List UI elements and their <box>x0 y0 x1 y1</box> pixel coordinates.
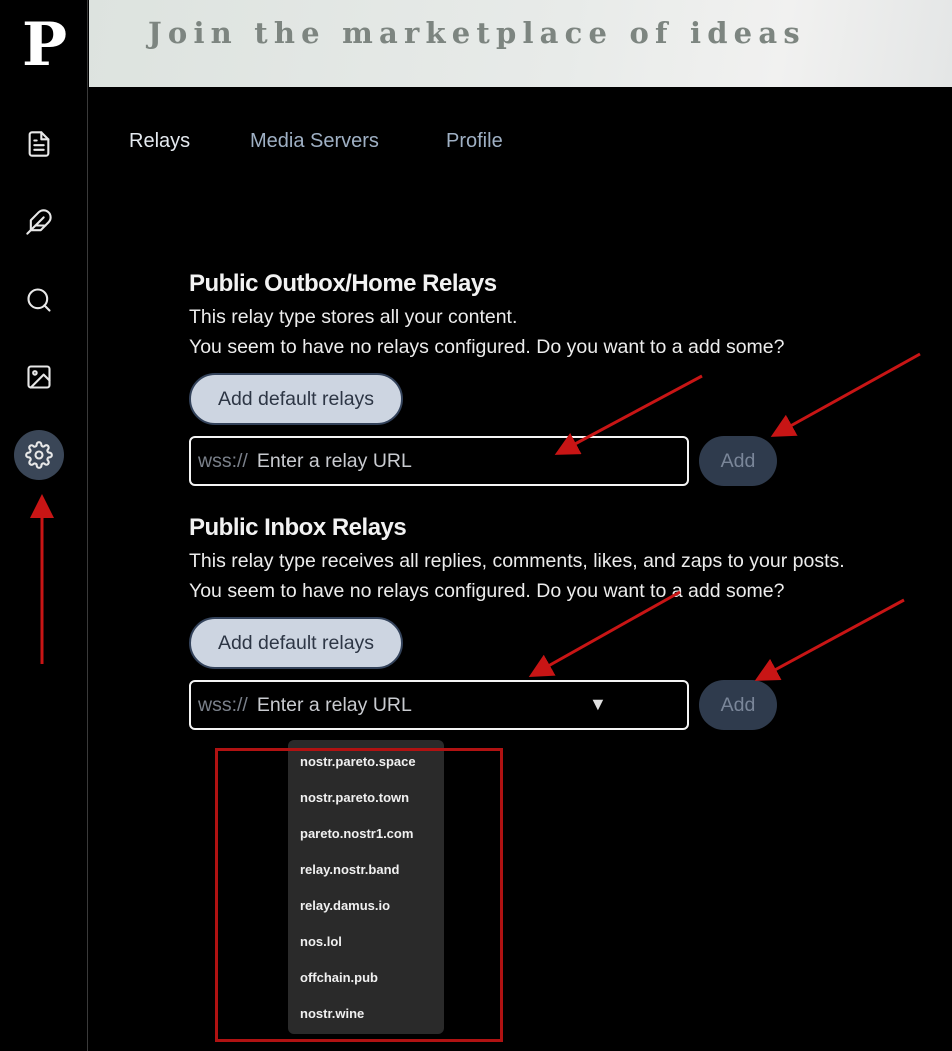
sidebar-item-media[interactable] <box>14 352 64 402</box>
url-prefix-label: wss:// <box>198 449 248 472</box>
feather-icon <box>26 209 52 235</box>
sidebar-item-search[interactable] <box>14 275 64 325</box>
app-logo[interactable]: P <box>22 14 67 76</box>
sidebar: P <box>0 0 88 1051</box>
chevron-down-icon[interactable]: ▼ <box>589 694 607 715</box>
outbox-relay-url-input[interactable] <box>256 449 567 473</box>
annotation-arrow <box>754 598 905 681</box>
search-icon <box>27 288 51 312</box>
sidebar-item-settings[interactable] <box>14 430 64 480</box>
tab-relays[interactable]: Relays <box>129 130 190 153</box>
outbox-empty-message: You seem to have no relays configured. D… <box>189 336 785 358</box>
outbox-add-default-relays-button[interactable]: Add default relays <box>189 373 403 425</box>
sidebar-item-articles[interactable] <box>14 119 64 169</box>
inbox-relay-url-field[interactable]: wss:// ▼ <box>189 680 689 730</box>
inbox-section-title: Public Inbox Relays <box>189 514 407 541</box>
gear-icon <box>25 441 53 469</box>
inbox-relay-url-input[interactable] <box>256 693 567 717</box>
annotation-arrow <box>770 352 921 437</box>
annotation-arrow <box>528 590 681 677</box>
outbox-section-title: Public Outbox/Home Relays <box>189 270 497 297</box>
inbox-description: This relay type receives all replies, co… <box>189 550 845 572</box>
outbox-relay-url-field[interactable]: wss:// <box>189 436 689 486</box>
document-icon <box>28 131 50 157</box>
url-prefix-label: wss:// <box>198 693 248 716</box>
outbox-add-button[interactable]: Add <box>699 436 777 486</box>
outbox-description: This relay type stores all your content. <box>189 306 518 328</box>
image-icon <box>27 365 51 389</box>
header-banner: Join the marketplace of ideas <box>89 0 952 87</box>
tab-profile[interactable]: Profile <box>446 130 503 153</box>
banner-tagline: Join the marketplace of ideas <box>148 16 806 50</box>
inbox-empty-message: You seem to have no relays configured. D… <box>189 580 785 602</box>
inbox-add-button[interactable]: Add <box>699 680 777 730</box>
tab-media-servers[interactable]: Media Servers <box>250 130 379 153</box>
annotation-highlight-box <box>215 748 503 1042</box>
inbox-add-default-relays-button[interactable]: Add default relays <box>189 617 403 669</box>
sidebar-item-write[interactable] <box>14 197 64 247</box>
